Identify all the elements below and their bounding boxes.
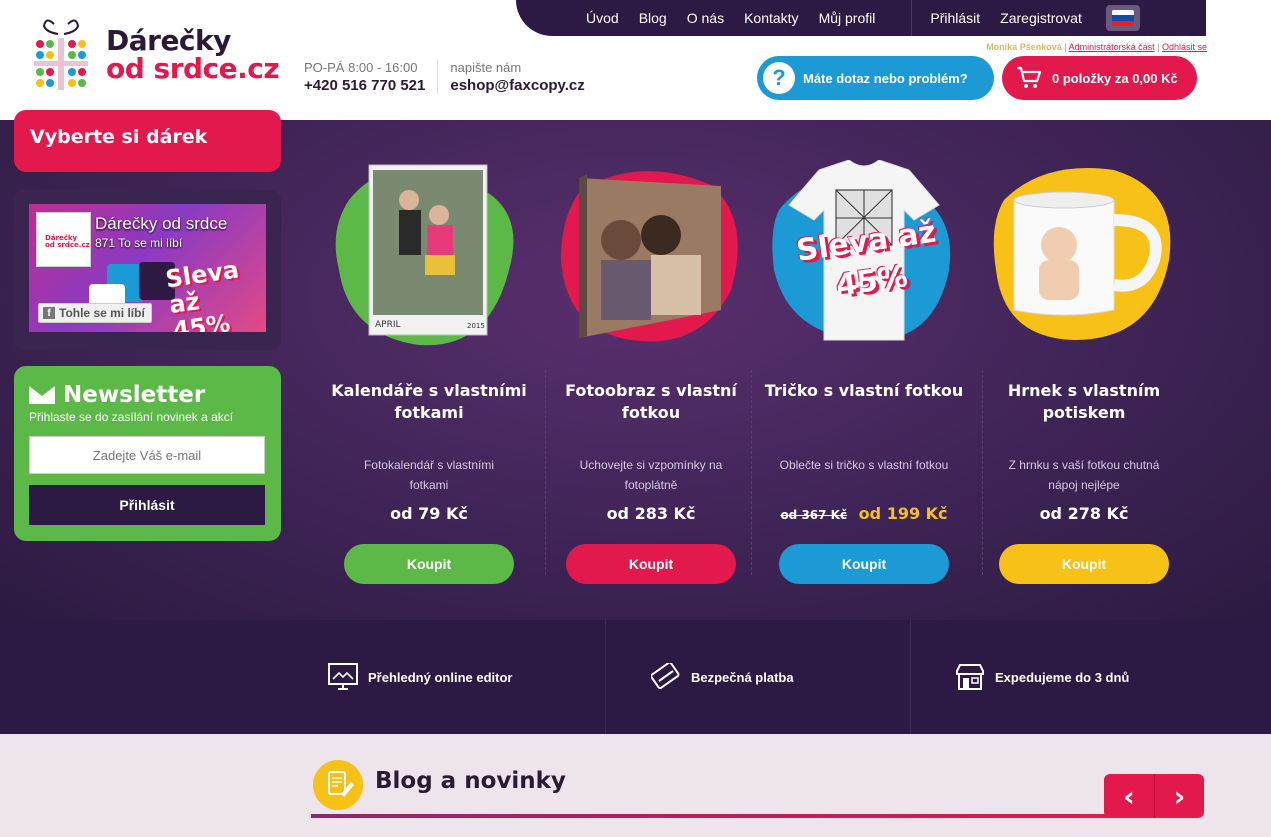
envelope-icon	[29, 386, 55, 404]
newsletter-subscribe-button[interactable]: Přihlásit	[29, 485, 265, 525]
product-name: Fotoobraz s vlastní fotkou	[565, 381, 737, 422]
product-price: od 79 Kč	[390, 504, 468, 523]
email-address[interactable]: eshop@faxcopy.cz	[450, 77, 584, 94]
product-description: Oblečte si tričko s vlastní fotkou	[779, 458, 949, 472]
logo-line2: od srdce.cz	[106, 52, 280, 85]
register-link[interactable]: Zaregistrovat	[1000, 10, 1082, 26]
product-price: od 367 Kč od 199 Kč	[764, 504, 964, 523]
product-price: od 278 Kč	[1039, 504, 1129, 523]
buy-button-fotoobraz[interactable]: Koupit	[566, 544, 736, 584]
svg-text:2015: 2015	[467, 322, 485, 330]
office-hours: PO-PÁ 8:00 - 16:00	[304, 60, 418, 75]
product-divider	[545, 370, 546, 575]
logo-line1: Dárečky	[106, 24, 231, 57]
nav-o-nas[interactable]: O nás	[687, 10, 724, 26]
language-switcher[interactable]	[1105, 5, 1140, 31]
product-price: od 283 Kč	[606, 504, 696, 523]
facebook-like-count: 871 To se mi líbí	[95, 236, 183, 250]
help-button-label: Máte dotaz nebo problém?	[803, 70, 968, 86]
newsletter-subtitle: Přihlaste se do zasílání novinek a akcí	[29, 410, 234, 424]
header: Dárečky od srdce.cz Úvod Blog O nás Kont…	[0, 0, 1271, 120]
shop-icon	[956, 664, 984, 690]
cart-button[interactable]: 0 položky za 0,00 Kč	[1002, 56, 1197, 100]
facebook-page-thumbnail: Dárečky od srdce.cz	[36, 212, 91, 267]
svg-text:APRIL: APRIL	[375, 320, 401, 330]
blog-carousel-controls: ‹ ›	[1104, 774, 1204, 818]
nav-muj-profil[interactable]: Můj profil	[819, 10, 876, 26]
product-name: Kalendáře s vlastními fotkami	[331, 381, 527, 422]
feature-label: Bezpečná platba	[691, 669, 794, 685]
cart-icon	[1017, 66, 1042, 88]
blog-section: Blog a novinky ‹ ›	[0, 734, 1271, 837]
nav-kontakty[interactable]: Kontakty	[744, 10, 798, 26]
card-icon	[651, 663, 680, 690]
feature-shipping: Expedujeme do 3 dnů	[955, 620, 1129, 734]
product-divider	[982, 370, 983, 575]
product-divider	[751, 370, 752, 575]
blog-title: Blog a novinky	[375, 768, 566, 794]
feature-label: Přehledný online editor	[368, 669, 513, 685]
contact-info: PO-PÁ 8:00 - 16:00 +420 516 770 521 napi…	[304, 60, 597, 94]
feature-label: Expedujeme do 3 dnů	[995, 669, 1130, 685]
help-button[interactable]: ? Máte dotaz nebo problém?	[757, 56, 994, 100]
slovak-flag-icon	[1111, 10, 1134, 26]
product-name: Tričko s vlastní fotkou	[764, 381, 964, 400]
email-label: napište nám	[450, 60, 522, 75]
buy-button-calendar[interactable]: Koupit	[344, 544, 514, 584]
buy-button-hrnek[interactable]: Koupit	[999, 544, 1169, 584]
nav-separator	[911, 0, 913, 36]
logo[interactable]: Dárečky od srdce.cz	[32, 18, 280, 92]
arrow-left-icon[interactable]: ‹	[1104, 774, 1154, 818]
admin-user-name: Monika Pšenková	[986, 42, 1062, 52]
product-description: Fotokalendář s vlastními fotkami	[363, 458, 495, 492]
old-price: od 367 Kč	[780, 508, 848, 522]
top-navigation: Úvod Blog O nás Kontakty Můj profil Přih…	[516, 0, 1206, 36]
facebook-promo-text: Sleva až 45%	[163, 255, 241, 332]
blog-underline	[311, 814, 1131, 818]
feature-editor: Přehledný online editor	[328, 620, 512, 734]
arrow-right-icon[interactable]: ›	[1154, 774, 1204, 818]
nav-blog[interactable]: Blog	[639, 10, 667, 26]
calendar-image[interactable]: APRIL 2015	[329, 160, 529, 360]
nav-uvod[interactable]: Úvod	[586, 10, 619, 26]
help-icon: ?	[763, 62, 795, 94]
login-link[interactable]: Přihlásit	[930, 10, 980, 26]
admin-link[interactable]: Administrátorská část	[1069, 42, 1155, 52]
newsletter-title: Newsletter	[63, 382, 206, 408]
cart-summary: 0 položky za 0,00 Kč	[1052, 70, 1178, 86]
sidebar-title[interactable]: Vyberte si dárek	[14, 110, 281, 172]
facebook-widget: Dárečky od srdce.cz Dárečky od srdce 871 …	[14, 190, 281, 350]
product-description: Z hrnku s vaší fotkou chutná nápoj nejlé…	[1008, 458, 1160, 492]
gift-logo-icon	[34, 19, 88, 90]
feature-payment: Bezpečná platba	[651, 620, 794, 734]
newsletter-email-input[interactable]	[29, 436, 265, 474]
features-bar: Přehledný online editor Bezpečná platba …	[0, 620, 1271, 734]
admin-line: Monika Pšenková | Administrátorská část …	[986, 42, 1207, 52]
buy-button-tricko[interactable]: Koupit	[779, 544, 949, 584]
sale-price: od 199 Kč	[858, 504, 948, 523]
product-description: Uchovejte si vzpomínky na fotoplátně	[579, 458, 723, 492]
facebook-icon: f	[43, 307, 55, 319]
blog-icon	[313, 760, 363, 810]
logout-link[interactable]: Odhlásit se	[1162, 42, 1207, 52]
editor-icon	[328, 663, 358, 690]
fotoobraz-image[interactable]	[551, 160, 751, 360]
phone-number[interactable]: +420 516 770 521	[304, 77, 425, 94]
newsletter-box: Newsletter Přihlaste se do zasílání novi…	[14, 366, 281, 541]
facebook-page-name[interactable]: Dárečky od srdce	[95, 214, 227, 234]
facebook-like-button[interactable]: f Tohle se mi líbí	[38, 303, 152, 323]
hrnek-image[interactable]	[984, 160, 1184, 360]
product-name: Hrnek s vlastním potiskem	[1007, 381, 1161, 422]
facebook-cover[interactable]: Dárečky od srdce.cz Dárečky od srdce 871 …	[29, 204, 266, 332]
